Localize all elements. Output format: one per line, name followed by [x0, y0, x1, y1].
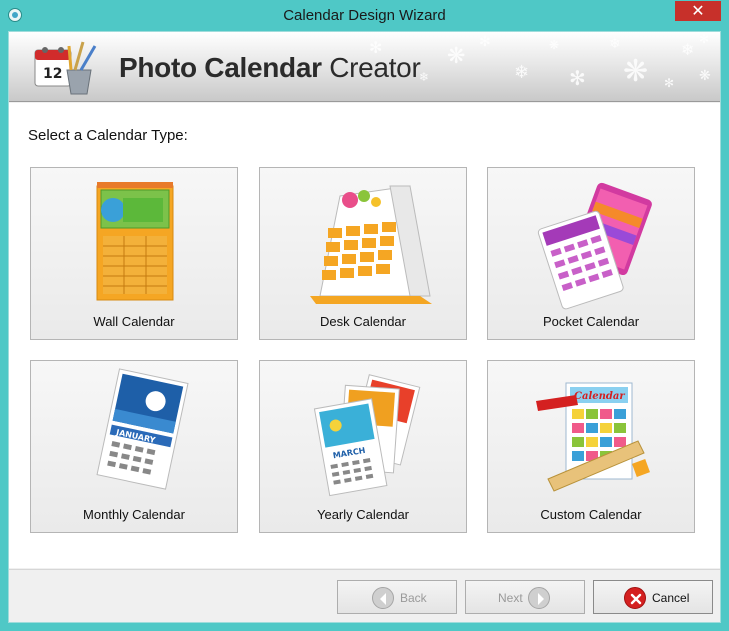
next-label: Next	[498, 591, 523, 605]
wall-calendar-label: Wall Calendar	[93, 314, 175, 329]
pocket-calendar-label: Pocket Calendar	[542, 314, 640, 329]
cancel-x-icon	[624, 587, 646, 609]
tile-wall-calendar[interactable]: Wall Calendar	[30, 167, 238, 340]
window-close-button[interactable]: ✕	[675, 1, 721, 21]
app-name-rest: Creator	[329, 52, 421, 83]
calendar-brush-logo-icon: 12	[34, 41, 97, 95]
title-bar[interactable]: Calendar Design Wizard ✕	[0, 0, 729, 31]
wizard-window: ✻ ❄ ❋ ✻ ❄ ❋ ✻ ❄ ❋ ✻ ❄ ❋ ✻ 12 Photo Calen	[8, 31, 721, 623]
cancel-button[interactable]: Cancel	[593, 580, 713, 614]
yearly-calendar-label: Yearly Calendar	[316, 507, 410, 522]
window-title: Calendar Design Wizard	[283, 7, 446, 24]
back-label: Back	[400, 591, 427, 605]
tile-pocket-calendar[interactable]: Pocket Calendar	[487, 167, 695, 340]
custom-calendar-label: Custom Calendar	[540, 507, 642, 522]
app-name: Photo Calendar Creator	[119, 52, 421, 84]
svg-text:12: 12	[43, 66, 62, 82]
app-name-bold: Photo Calendar	[119, 52, 322, 83]
tile-custom-calendar[interactable]: Calendar Custom Calendar	[487, 360, 695, 533]
desk-calendar-label: Desk Calendar	[320, 314, 406, 329]
custom-header-text: Calendar	[574, 391, 625, 402]
tile-yearly-calendar[interactable]: MARCH Yearly Calendar	[259, 360, 467, 533]
wizard-footer: Back Next Cancel	[9, 569, 720, 622]
tile-desk-calendar[interactable]: Desk Calendar	[259, 167, 467, 340]
monthly-calendar-label: Monthly Calendar	[83, 507, 185, 522]
cancel-label: Cancel	[652, 591, 690, 605]
select-type-prompt: Select a Calendar Type:	[28, 127, 188, 144]
tile-monthly-calendar[interactable]: JANUARY Monthly Calendar	[30, 360, 238, 533]
next-button[interactable]: Next	[465, 580, 585, 614]
back-button[interactable]: Back	[337, 580, 457, 614]
back-arrow-icon	[372, 587, 394, 609]
app-banner: ✻ ❄ ❋ ✻ ❄ ❋ ✻ ❄ ❋ ✻ ❄ ❋ ✻ 12 Photo Calen	[9, 32, 720, 102]
calendar-type-panel: Select a Calendar Type: Wall Calendar De…	[9, 103, 720, 568]
next-arrow-icon	[528, 587, 550, 609]
